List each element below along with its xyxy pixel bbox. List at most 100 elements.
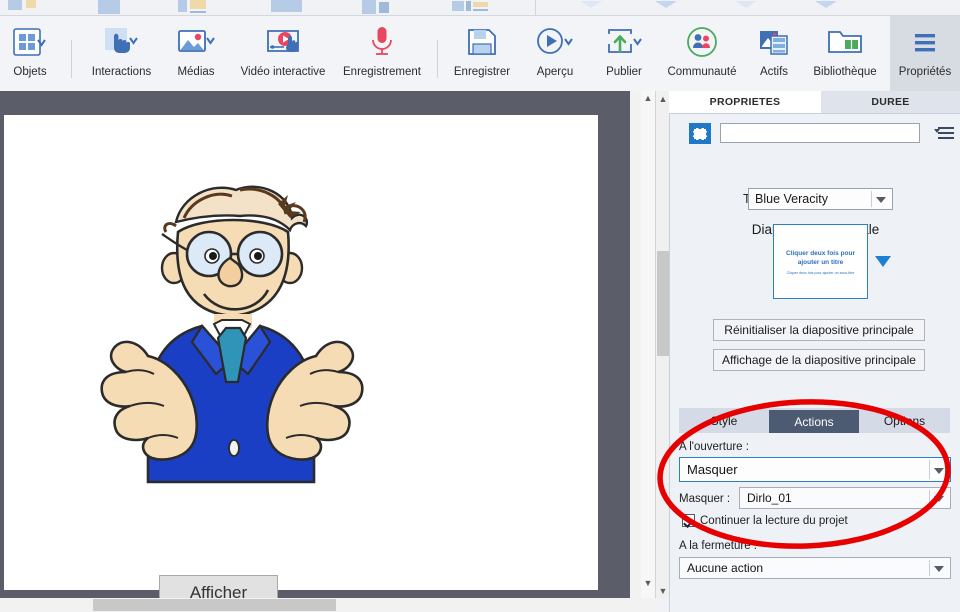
on-close-label: A la fermeture : bbox=[679, 540, 757, 552]
thumbnail-preview[interactable]: Cliquer deux fois pour ajouter un titre … bbox=[773, 224, 868, 299]
toolbar-label: Propriétés bbox=[898, 66, 952, 78]
tab-style[interactable]: Style bbox=[679, 408, 769, 433]
toolbar-button-publier[interactable]: Publier bbox=[592, 16, 656, 91]
toolbar-button-interactions[interactable]: Interactions bbox=[83, 16, 160, 91]
on-close-value: Aucune action bbox=[687, 561, 764, 575]
stage-vertical-scrollbar[interactable]: ▲ ▼ bbox=[655, 91, 670, 598]
toolbar-button-enregistrement[interactable]: Enregistrement bbox=[330, 16, 434, 91]
toolbar-button-bibliotheque[interactable]: Bibliothèque bbox=[802, 16, 888, 91]
strip-shape bbox=[178, 0, 187, 12]
stage-horizontal-scrollbar[interactable] bbox=[0, 598, 655, 612]
button-label: Affichage de la diapositive principale bbox=[722, 353, 916, 367]
toolbar-label: Communauté bbox=[667, 66, 737, 78]
theme-select[interactable]: Blue Veracity bbox=[748, 188, 893, 210]
tab-label: PROPRIETES bbox=[709, 96, 781, 108]
show-master-slide-button[interactable]: Affichage de la diapositive principale bbox=[713, 349, 925, 371]
slide-canvas[interactable]: Afficher bbox=[4, 115, 598, 611]
ribbon-overflow-strip bbox=[0, 0, 960, 15]
toolbar-label: Vidéo interactive bbox=[240, 66, 326, 78]
scrollbar-thumb[interactable] bbox=[657, 251, 669, 356]
upload-icon bbox=[604, 16, 644, 64]
toolbar-label: Enregistrer bbox=[453, 66, 511, 78]
tab-label: DUREE bbox=[871, 96, 910, 108]
strip-shape bbox=[8, 0, 22, 10]
target-value: Dirlo_01 bbox=[747, 491, 792, 505]
strip-shape bbox=[362, 0, 376, 14]
chevron-down-icon bbox=[934, 566, 944, 572]
hand-click-icon bbox=[103, 16, 141, 64]
thumbs-up-character-image[interactable] bbox=[64, 160, 384, 500]
tab-label: Options bbox=[883, 413, 926, 428]
toolbar-separator bbox=[437, 40, 438, 78]
scroll-up-arrow-icon[interactable]: ▲ bbox=[641, 91, 655, 105]
reset-master-slide-button[interactable]: Réinitialiser la diapositive principale bbox=[713, 319, 925, 341]
continue-playback-checkbox-row[interactable]: Continuer la lecture du projet bbox=[682, 514, 848, 527]
target-select[interactable]: Dirlo_01 bbox=[739, 487, 951, 509]
scroll-down-arrow-icon[interactable]: ▼ bbox=[656, 583, 670, 598]
toolbar-label: Médias bbox=[177, 66, 215, 78]
chevron-icon bbox=[580, 1, 602, 8]
strip-shape bbox=[466, 1, 471, 11]
strip-shape bbox=[190, 11, 206, 13]
toolbar-label: Bibliothèque bbox=[813, 66, 877, 78]
tab-duree[interactable]: DUREE bbox=[821, 91, 960, 113]
toolbar-button-proprietes[interactable]: Propriétés bbox=[890, 16, 960, 91]
scroll-down-arrow-icon[interactable]: ▼ bbox=[641, 576, 655, 590]
chevron-icon bbox=[815, 1, 837, 8]
tab-options[interactable]: Options bbox=[859, 408, 950, 433]
play-circle-icon bbox=[535, 16, 575, 64]
chevron-down-icon bbox=[934, 496, 944, 502]
panel-vertical-scrollbar[interactable]: ▲ ▼ bbox=[641, 91, 656, 598]
toolbar-button-apercu[interactable]: Aperçu bbox=[521, 16, 589, 91]
toolbar-button-objets[interactable]: Objets bbox=[0, 16, 60, 91]
tab-label: Style bbox=[710, 413, 738, 428]
assets-icon bbox=[757, 16, 791, 64]
strip-shape bbox=[452, 1, 464, 11]
toolbar-button-video-interactive[interactable]: Vidéo interactive bbox=[224, 16, 342, 91]
strip-divider bbox=[535, 0, 536, 15]
thumbnail-title-line1: Cliquer deux fois pour bbox=[786, 249, 855, 257]
chevron-down-icon bbox=[934, 467, 944, 474]
toolbar-button-actifs[interactable]: Actifs bbox=[748, 16, 800, 91]
on-close-select[interactable]: Aucune action bbox=[679, 557, 951, 579]
people-circle-icon bbox=[685, 16, 719, 64]
tab-actions[interactable]: Actions bbox=[769, 410, 859, 433]
tab-proprietes[interactable]: PROPRIETES bbox=[669, 91, 821, 113]
strip-shape bbox=[190, 0, 206, 9]
on-open-select[interactable]: Masquer bbox=[679, 457, 951, 482]
on-open-label: A l'ouverture : bbox=[679, 441, 749, 453]
strip-shape bbox=[26, 0, 36, 8]
strip-shape bbox=[98, 0, 120, 14]
thumbnail-dropdown-caret-icon[interactable] bbox=[875, 256, 891, 267]
grid-icon bbox=[13, 16, 47, 64]
toolbar-label: Enregistrement bbox=[343, 66, 421, 78]
floppy-disk-icon bbox=[466, 16, 498, 64]
toolbar-button-enregistrer[interactable]: Enregistrer bbox=[443, 16, 521, 91]
strip-shape bbox=[271, 0, 302, 12]
toolbar-label: Actifs bbox=[759, 66, 789, 78]
application-window: Objets Interactions Médias Vidéo interac… bbox=[0, 0, 960, 612]
scroll-up-arrow-icon[interactable]: ▲ bbox=[656, 91, 670, 106]
strip-shape bbox=[473, 9, 488, 11]
object-type-icon bbox=[689, 123, 711, 144]
image-icon bbox=[177, 16, 215, 64]
strip-shape bbox=[473, 2, 488, 7]
toolbar-separator bbox=[71, 40, 72, 78]
continue-playback-checkbox[interactable] bbox=[682, 514, 695, 527]
button-label: Réinitialiser la diapositive principale bbox=[724, 323, 914, 337]
microphone-icon bbox=[367, 16, 397, 64]
toolbar-label: Objets bbox=[13, 66, 47, 78]
toolbar-button-medias[interactable]: Médias bbox=[168, 16, 224, 91]
scrollbar-thumb[interactable] bbox=[93, 599, 336, 611]
chevron-down-icon bbox=[876, 197, 886, 203]
strip-shape bbox=[379, 2, 389, 13]
object-name-input[interactable] bbox=[720, 123, 920, 143]
master-slide-thumbnail[interactable]: Cliquer deux fois pour ajouter un titre … bbox=[773, 224, 891, 299]
on-open-value: Masquer bbox=[687, 462, 738, 477]
toolbar-button-communaute[interactable]: Communauté bbox=[658, 16, 746, 91]
panel-menu-icon[interactable] bbox=[934, 125, 954, 141]
slide-stage: Afficher bbox=[0, 91, 630, 611]
interactive-video-icon bbox=[262, 16, 304, 64]
panel-tabbar: PROPRIETES DUREE bbox=[669, 91, 960, 113]
toolbar-label: Aperçu bbox=[536, 66, 574, 78]
